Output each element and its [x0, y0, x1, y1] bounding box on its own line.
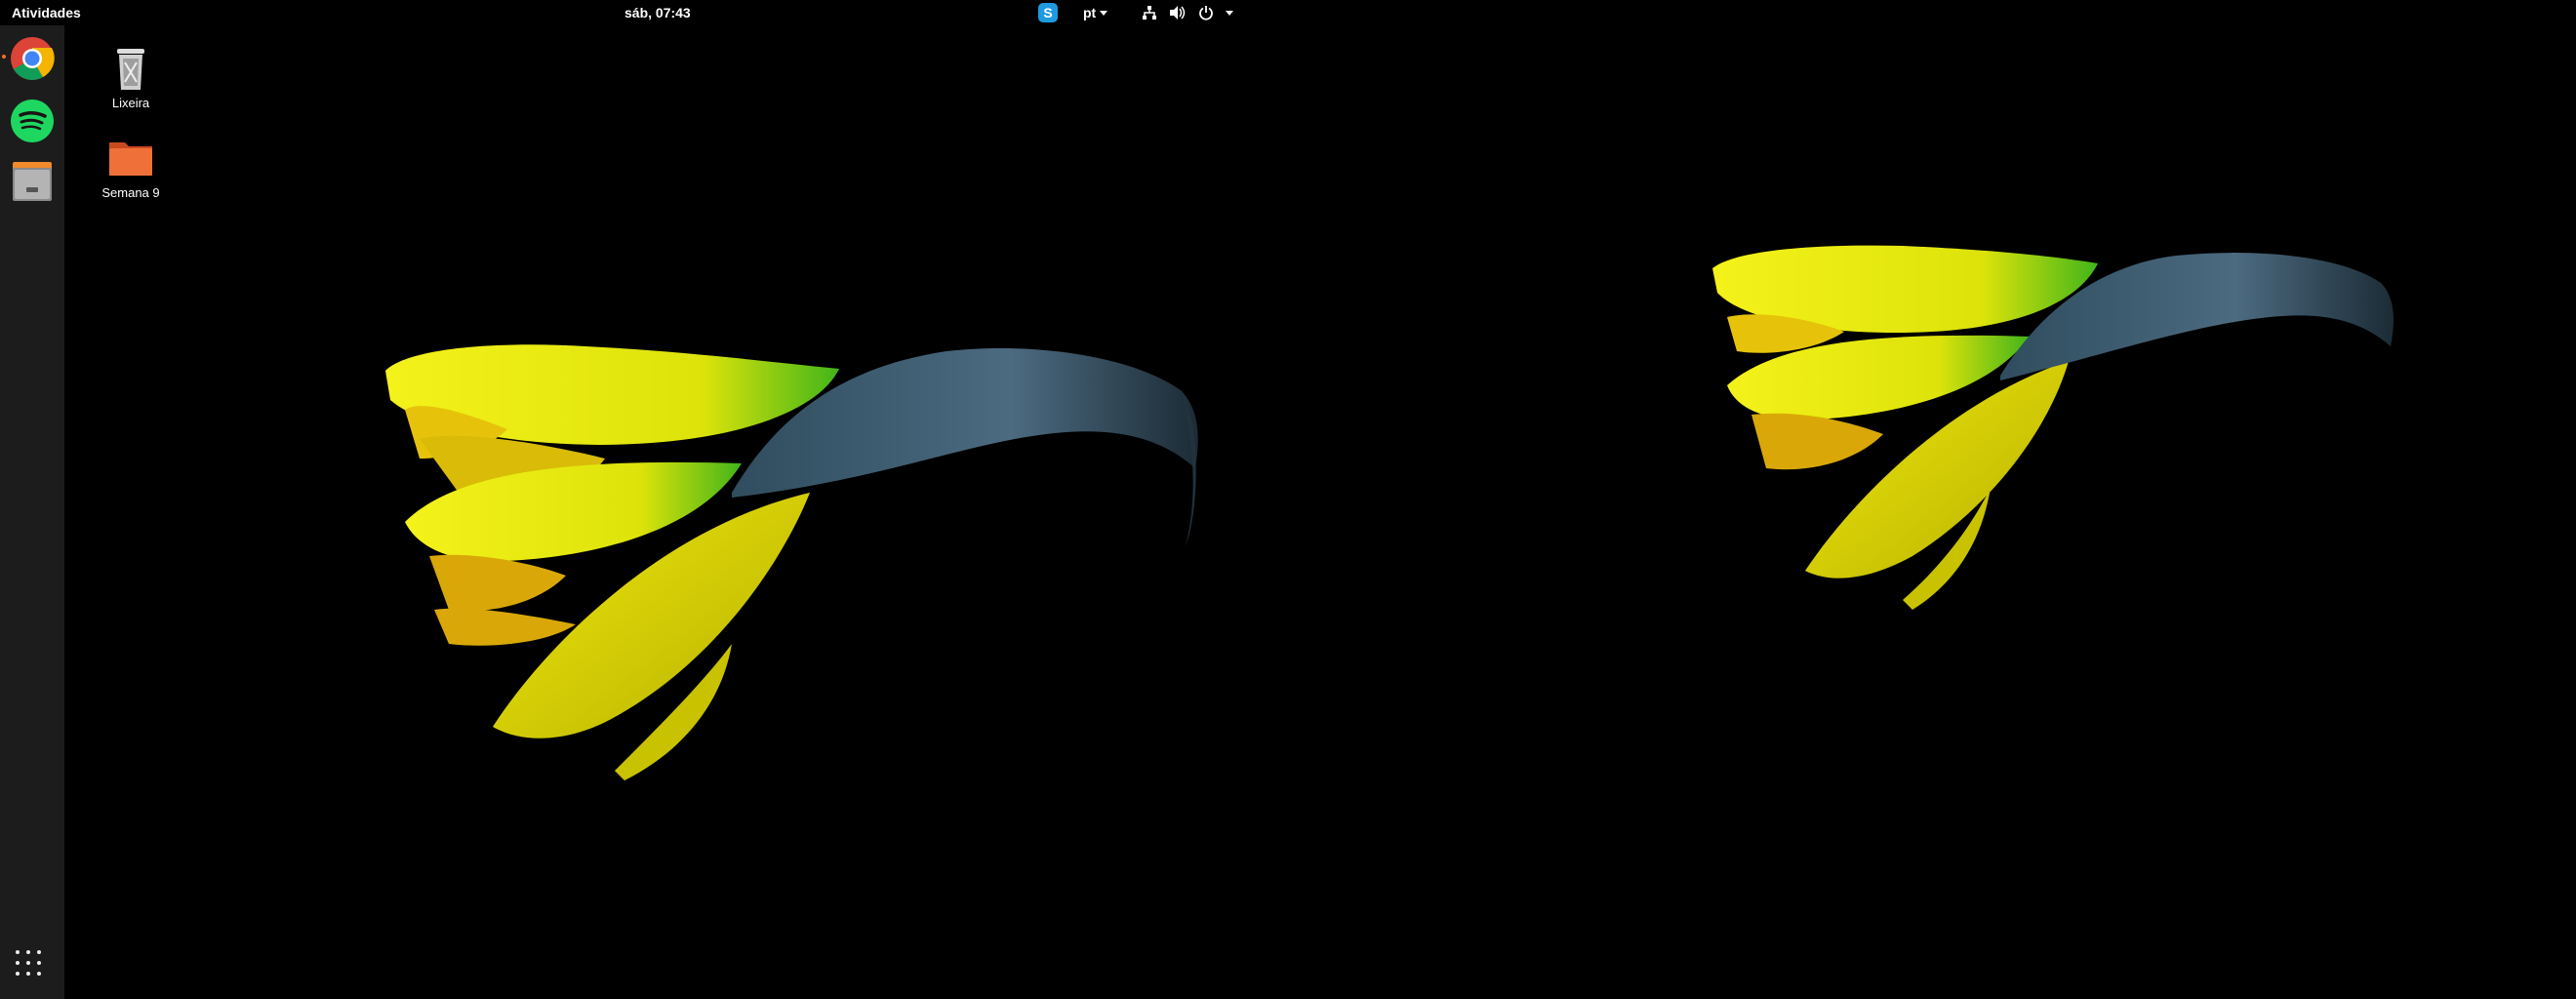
activities-button[interactable]: Atividades [12, 0, 81, 25]
top-bar: Atividades sáb, 07:43 S pt [0, 0, 1249, 25]
power-icon [1198, 5, 1214, 20]
dock [0, 25, 64, 999]
svg-text:S: S [1043, 5, 1052, 20]
clock[interactable]: sáb, 07:43 [624, 0, 691, 25]
chrome-icon [11, 37, 55, 80]
chevron-down-icon [1100, 10, 1108, 16]
running-indicator [2, 55, 6, 59]
spotify-icon [11, 100, 54, 142]
volume-icon [1169, 5, 1187, 20]
language-selector[interactable]: pt [1083, 0, 1108, 25]
system-status-menu[interactable] [1142, 0, 1233, 25]
archive-icon [13, 162, 52, 201]
skype-icon[interactable]: S [1038, 3, 1058, 22]
flower-left [385, 344, 1198, 780]
dock-item-files[interactable] [9, 158, 56, 205]
wallpaper [385, 245, 2394, 780]
grid-icon[interactable] [16, 950, 47, 981]
flower-right [1712, 245, 2394, 610]
dock-item-spotify[interactable] [9, 98, 56, 144]
chevron-down-icon [1226, 10, 1233, 16]
language-label: pt [1083, 5, 1097, 20]
network-icon [1142, 5, 1157, 20]
dock-item-chrome[interactable] [9, 35, 56, 82]
